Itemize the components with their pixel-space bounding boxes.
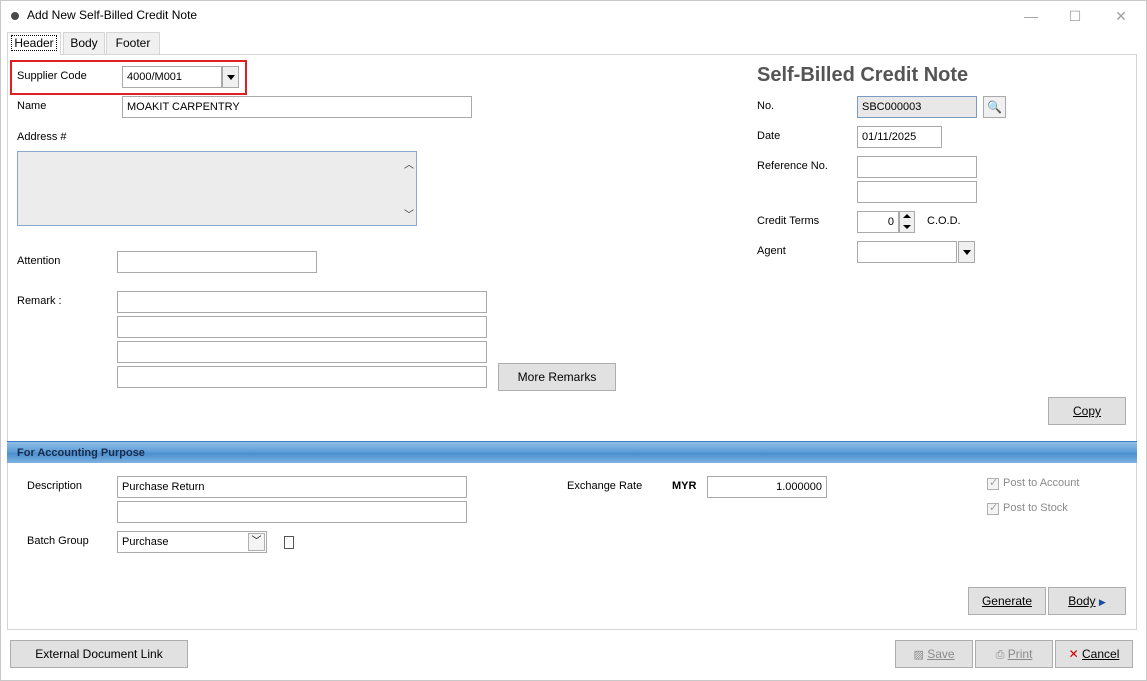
name-input[interactable]: MOAKIT CARPENTRY	[122, 96, 472, 118]
agent-dropdown-button[interactable]	[958, 241, 975, 263]
save-button-label: Save	[927, 647, 955, 661]
new-batch-icon[interactable]	[284, 536, 294, 549]
post-to-stock-label: Post to Stock	[1003, 502, 1068, 514]
agent-label: Agent	[757, 245, 786, 257]
chevron-down-icon[interactable]: ﹀	[248, 533, 265, 551]
attention-label: Attention	[17, 255, 61, 267]
tab-footer[interactable]: Footer	[106, 32, 160, 54]
date-input[interactable]: 01/11/2025	[857, 126, 942, 148]
copy-button-label: Copy	[1072, 404, 1101, 418]
remark-input-3[interactable]	[117, 341, 487, 363]
post-to-account-label: Post to Account	[1003, 477, 1080, 489]
exchange-rate-label: Exchange Rate	[567, 480, 643, 492]
generate-button-label: Generate	[981, 594, 1033, 608]
credit-terms-input[interactable]: 0	[857, 211, 899, 233]
save-button[interactable]: ▨ Save	[895, 640, 973, 668]
batch-group-label: Batch Group	[27, 535, 89, 547]
currency-code: MYR	[672, 480, 697, 492]
print-button[interactable]: ⎙ Print	[975, 640, 1053, 668]
description-input[interactable]: Purchase Return	[117, 476, 467, 498]
address-label: Address #	[17, 131, 67, 143]
tab-body[interactable]: Body	[63, 32, 105, 54]
reference-no-input-2[interactable]	[857, 181, 977, 203]
window-title: Add New Self-Billed Credit Note	[27, 8, 198, 22]
spin-down-icon[interactable]	[903, 225, 911, 229]
remark-input-2[interactable]	[117, 316, 487, 338]
search-icon[interactable]: 🔍	[983, 96, 1006, 118]
body-button-label: Body	[1068, 594, 1096, 608]
minimize-button[interactable]: —	[1021, 7, 1041, 25]
generate-button[interactable]: Generate	[968, 587, 1046, 615]
print-icon: ⎙	[995, 649, 1005, 661]
no-label: No.	[757, 100, 775, 112]
batch-group-select[interactable]: Purchase	[117, 531, 267, 553]
remark-label: Remark :	[17, 295, 62, 307]
remark-input-1[interactable]	[117, 291, 487, 313]
tab-header-label: Header	[11, 35, 57, 51]
save-icon: ▨	[913, 649, 924, 661]
cancel-x-icon: ✕	[1068, 647, 1079, 661]
external-document-link-button[interactable]: External Document Link	[10, 640, 188, 668]
close-button[interactable]: ✕	[1111, 7, 1131, 25]
supplier-code-highlight	[10, 60, 247, 95]
more-remarks-button[interactable]: More Remarks	[498, 363, 616, 391]
cancel-button[interactable]: ✕ Cancel	[1055, 640, 1133, 668]
remark-input-4[interactable]	[117, 366, 487, 388]
post-to-stock-checkbox[interactable]	[987, 501, 999, 515]
scroll-up-icon[interactable]: ︿	[404, 156, 414, 171]
credit-terms-label: Credit Terms	[757, 215, 820, 227]
exchange-rate-input[interactable]: 1.000000	[707, 476, 827, 498]
dialog-window: Add New Self-Billed Credit Note — ☐ ✕ He…	[0, 0, 1147, 681]
description-input-2[interactable]	[117, 501, 467, 523]
document-no-input[interactable]: SBC000003	[857, 96, 977, 118]
date-label: Date	[757, 130, 781, 142]
agent-input[interactable]	[857, 241, 957, 263]
body-button[interactable]: Body ▶	[1048, 587, 1126, 615]
reference-no-label: Reference No.	[757, 160, 828, 172]
document-title: Self-Billed Credit Note	[757, 64, 969, 86]
attention-input[interactable]	[117, 251, 317, 273]
description-label: Description	[27, 480, 83, 492]
tab-header[interactable]: Header	[7, 32, 61, 55]
cancel-button-label: Cancel	[1082, 647, 1120, 661]
reference-no-input-1[interactable]	[857, 156, 977, 178]
print-button-label: Print	[1007, 647, 1033, 661]
arrow-right-icon: ▶	[1098, 597, 1106, 607]
app-icon	[11, 12, 19, 20]
post-to-account-checkbox[interactable]	[987, 476, 999, 490]
copy-button[interactable]: Copy	[1048, 397, 1126, 425]
spin-up-icon[interactable]	[903, 214, 911, 218]
address-textarea[interactable]: ︿ ﹀	[17, 151, 417, 226]
scroll-down-icon[interactable]: ﹀	[404, 206, 414, 221]
accounting-section-title: For Accounting Purpose	[17, 447, 145, 459]
name-label: Name	[17, 100, 47, 112]
maximize-button[interactable]: ☐	[1065, 7, 1085, 25]
accounting-section-bar: For Accounting Purpose	[7, 441, 1137, 463]
credit-terms-spinner[interactable]	[899, 211, 915, 233]
credit-terms-description: C.O.D.	[927, 215, 961, 227]
title-bar: Add New Self-Billed Credit Note — ☐ ✕	[1, 1, 1146, 31]
